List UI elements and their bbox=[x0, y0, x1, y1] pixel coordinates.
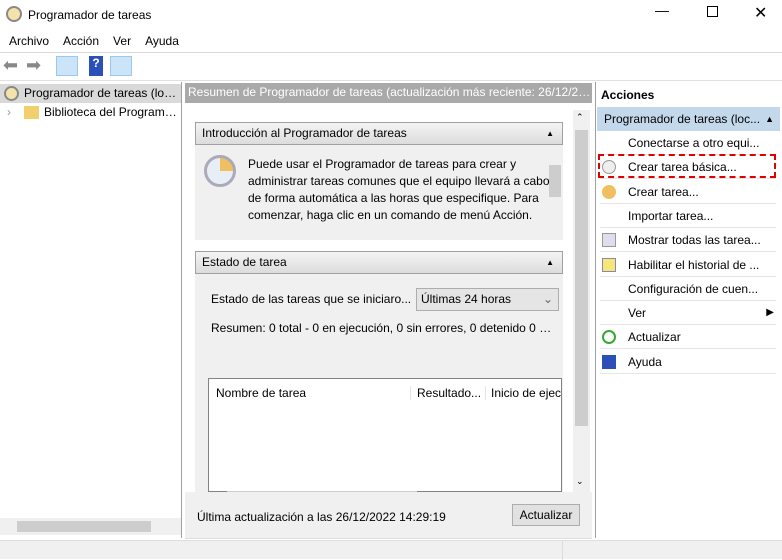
intro-scrollbar[interactable] bbox=[547, 147, 562, 239]
window-title: Programador de tareas bbox=[28, 8, 152, 22]
folder-clock-icon bbox=[24, 106, 39, 119]
show-tasks-icon bbox=[602, 233, 616, 248]
column-header[interactable]: Resultado... bbox=[410, 386, 482, 400]
action-label: Habilitar el historial de ... bbox=[628, 257, 760, 272]
forward-arrow-icon[interactable]: ➡ bbox=[26, 56, 48, 76]
status-panel-header[interactable]: Estado de tarea ▲ bbox=[195, 251, 563, 274]
create-basic-task-highlight bbox=[598, 154, 776, 178]
actions-section-header[interactable]: Programador de tareas (loc... ▲ bbox=[597, 107, 780, 131]
help-icon[interactable]: ? bbox=[89, 56, 103, 76]
tree-item-library[interactable]: › Biblioteca del Programador de tareas bbox=[0, 103, 181, 122]
action-label: Crear tarea... bbox=[628, 184, 699, 199]
intro-text: Puede usar el Programador de tareas para… bbox=[248, 157, 550, 222]
collapse-icon[interactable]: ▲ bbox=[546, 123, 554, 144]
maximize-button[interactable] bbox=[707, 6, 718, 17]
help-icon bbox=[602, 354, 616, 369]
actions-title: Acciones bbox=[601, 88, 655, 102]
action-item[interactable]: Ayuda bbox=[600, 350, 776, 374]
action-item[interactable]: Crear tarea... bbox=[600, 180, 776, 204]
create-task-icon bbox=[602, 184, 616, 199]
column-header[interactable]: Nombre de tarea bbox=[216, 386, 406, 400]
action-item[interactable]: Configuración de cuen... bbox=[600, 277, 776, 301]
status-summary: Resumen: 0 total - 0 en ejecución, 0 sin… bbox=[211, 321, 556, 335]
filter-label: Estado de las tareas que se iniciaro... bbox=[211, 292, 412, 306]
action-item[interactable]: Mostrar todas las tarea... bbox=[600, 228, 776, 253]
divider bbox=[0, 52, 782, 53]
close-button[interactable]: ✕ bbox=[754, 3, 767, 23]
action-label: Ver bbox=[628, 306, 647, 321]
back-arrow-icon[interactable]: ⬅ bbox=[3, 56, 25, 76]
last-update-text: Última actualización a las 26/12/2022 14… bbox=[197, 510, 446, 524]
action-item[interactable]: Ver ▶ bbox=[600, 301, 776, 326]
summary-header: Resumen de Programador de tareas (actual… bbox=[185, 83, 592, 103]
history-icon bbox=[602, 257, 616, 272]
action-label: Actualizar bbox=[628, 330, 681, 345]
time-filter-dropdown[interactable]: Últimas 24 horas ⌄ bbox=[416, 288, 559, 311]
horizontal-scrollbar[interactable] bbox=[0, 518, 181, 535]
refresh-button[interactable]: Actualizar bbox=[512, 504, 580, 526]
console-tree: Programador de tareas (local) › Bibliote… bbox=[0, 82, 182, 538]
action-item[interactable]: Conectarse a otro equi... bbox=[600, 131, 776, 155]
menu-accion[interactable]: Acción bbox=[63, 34, 99, 48]
action-label: Mostrar todas las tarea... bbox=[628, 233, 761, 248]
task-table: Nombre de tarea Resultado... Inicio de e… bbox=[208, 378, 562, 494]
submenu-arrow-icon: ▶ bbox=[766, 307, 774, 319]
action-label: Configuración de cuen... bbox=[628, 281, 759, 296]
action-item[interactable]: Habilitar el historial de ... bbox=[600, 253, 776, 277]
action-label: Conectarse a otro equi... bbox=[628, 136, 760, 150]
main-footer: Última actualización a las 26/12/2022 14… bbox=[185, 492, 592, 539]
intro-panel-body: Puede usar el Programador de tareas para… bbox=[195, 145, 563, 240]
status-bar bbox=[0, 540, 782, 560]
action-item[interactable]: Importar tarea... bbox=[600, 204, 776, 228]
action-label: Ayuda bbox=[628, 354, 662, 369]
action-item[interactable]: Actualizar bbox=[600, 325, 776, 350]
chevron-down-icon: ⌄ bbox=[542, 292, 553, 306]
collapse-icon[interactable]: ▲ bbox=[765, 107, 774, 131]
clock-icon bbox=[204, 155, 236, 187]
intro-panel-header[interactable]: Introducción al Programador de tareas ▲ bbox=[195, 122, 563, 145]
refresh-icon bbox=[602, 330, 616, 345]
menu-ayuda[interactable]: Ayuda bbox=[145, 34, 179, 48]
tree-item-root[interactable]: Programador de tareas (local) bbox=[0, 84, 181, 103]
minimize-button[interactable]: — bbox=[655, 2, 669, 18]
status-panel-body: Estado de las tareas que se iniciaro... … bbox=[195, 274, 563, 494]
chevron-right-icon[interactable]: › bbox=[7, 103, 11, 122]
menu-bar: Archivo Acción Ver Ayuda bbox=[9, 34, 193, 48]
clock-icon bbox=[4, 86, 19, 101]
show-hide-console-tree-icon[interactable] bbox=[56, 56, 78, 76]
divider bbox=[0, 80, 782, 81]
collapse-icon[interactable]: ▲ bbox=[546, 252, 554, 273]
action-label: Importar tarea... bbox=[628, 208, 714, 223]
menu-ver[interactable]: Ver bbox=[113, 34, 131, 48]
clock-icon bbox=[6, 6, 22, 22]
menu-archivo[interactable]: Archivo bbox=[9, 34, 49, 48]
show-hide-action-pane-icon[interactable] bbox=[110, 56, 132, 76]
main-vertical-scrollbar[interactable]: ⌃ ⌄ bbox=[573, 110, 590, 492]
column-header[interactable]: Inicio de ejecución bbox=[485, 386, 561, 400]
title-bar: Programador de tareas — ✕ bbox=[0, 0, 782, 30]
